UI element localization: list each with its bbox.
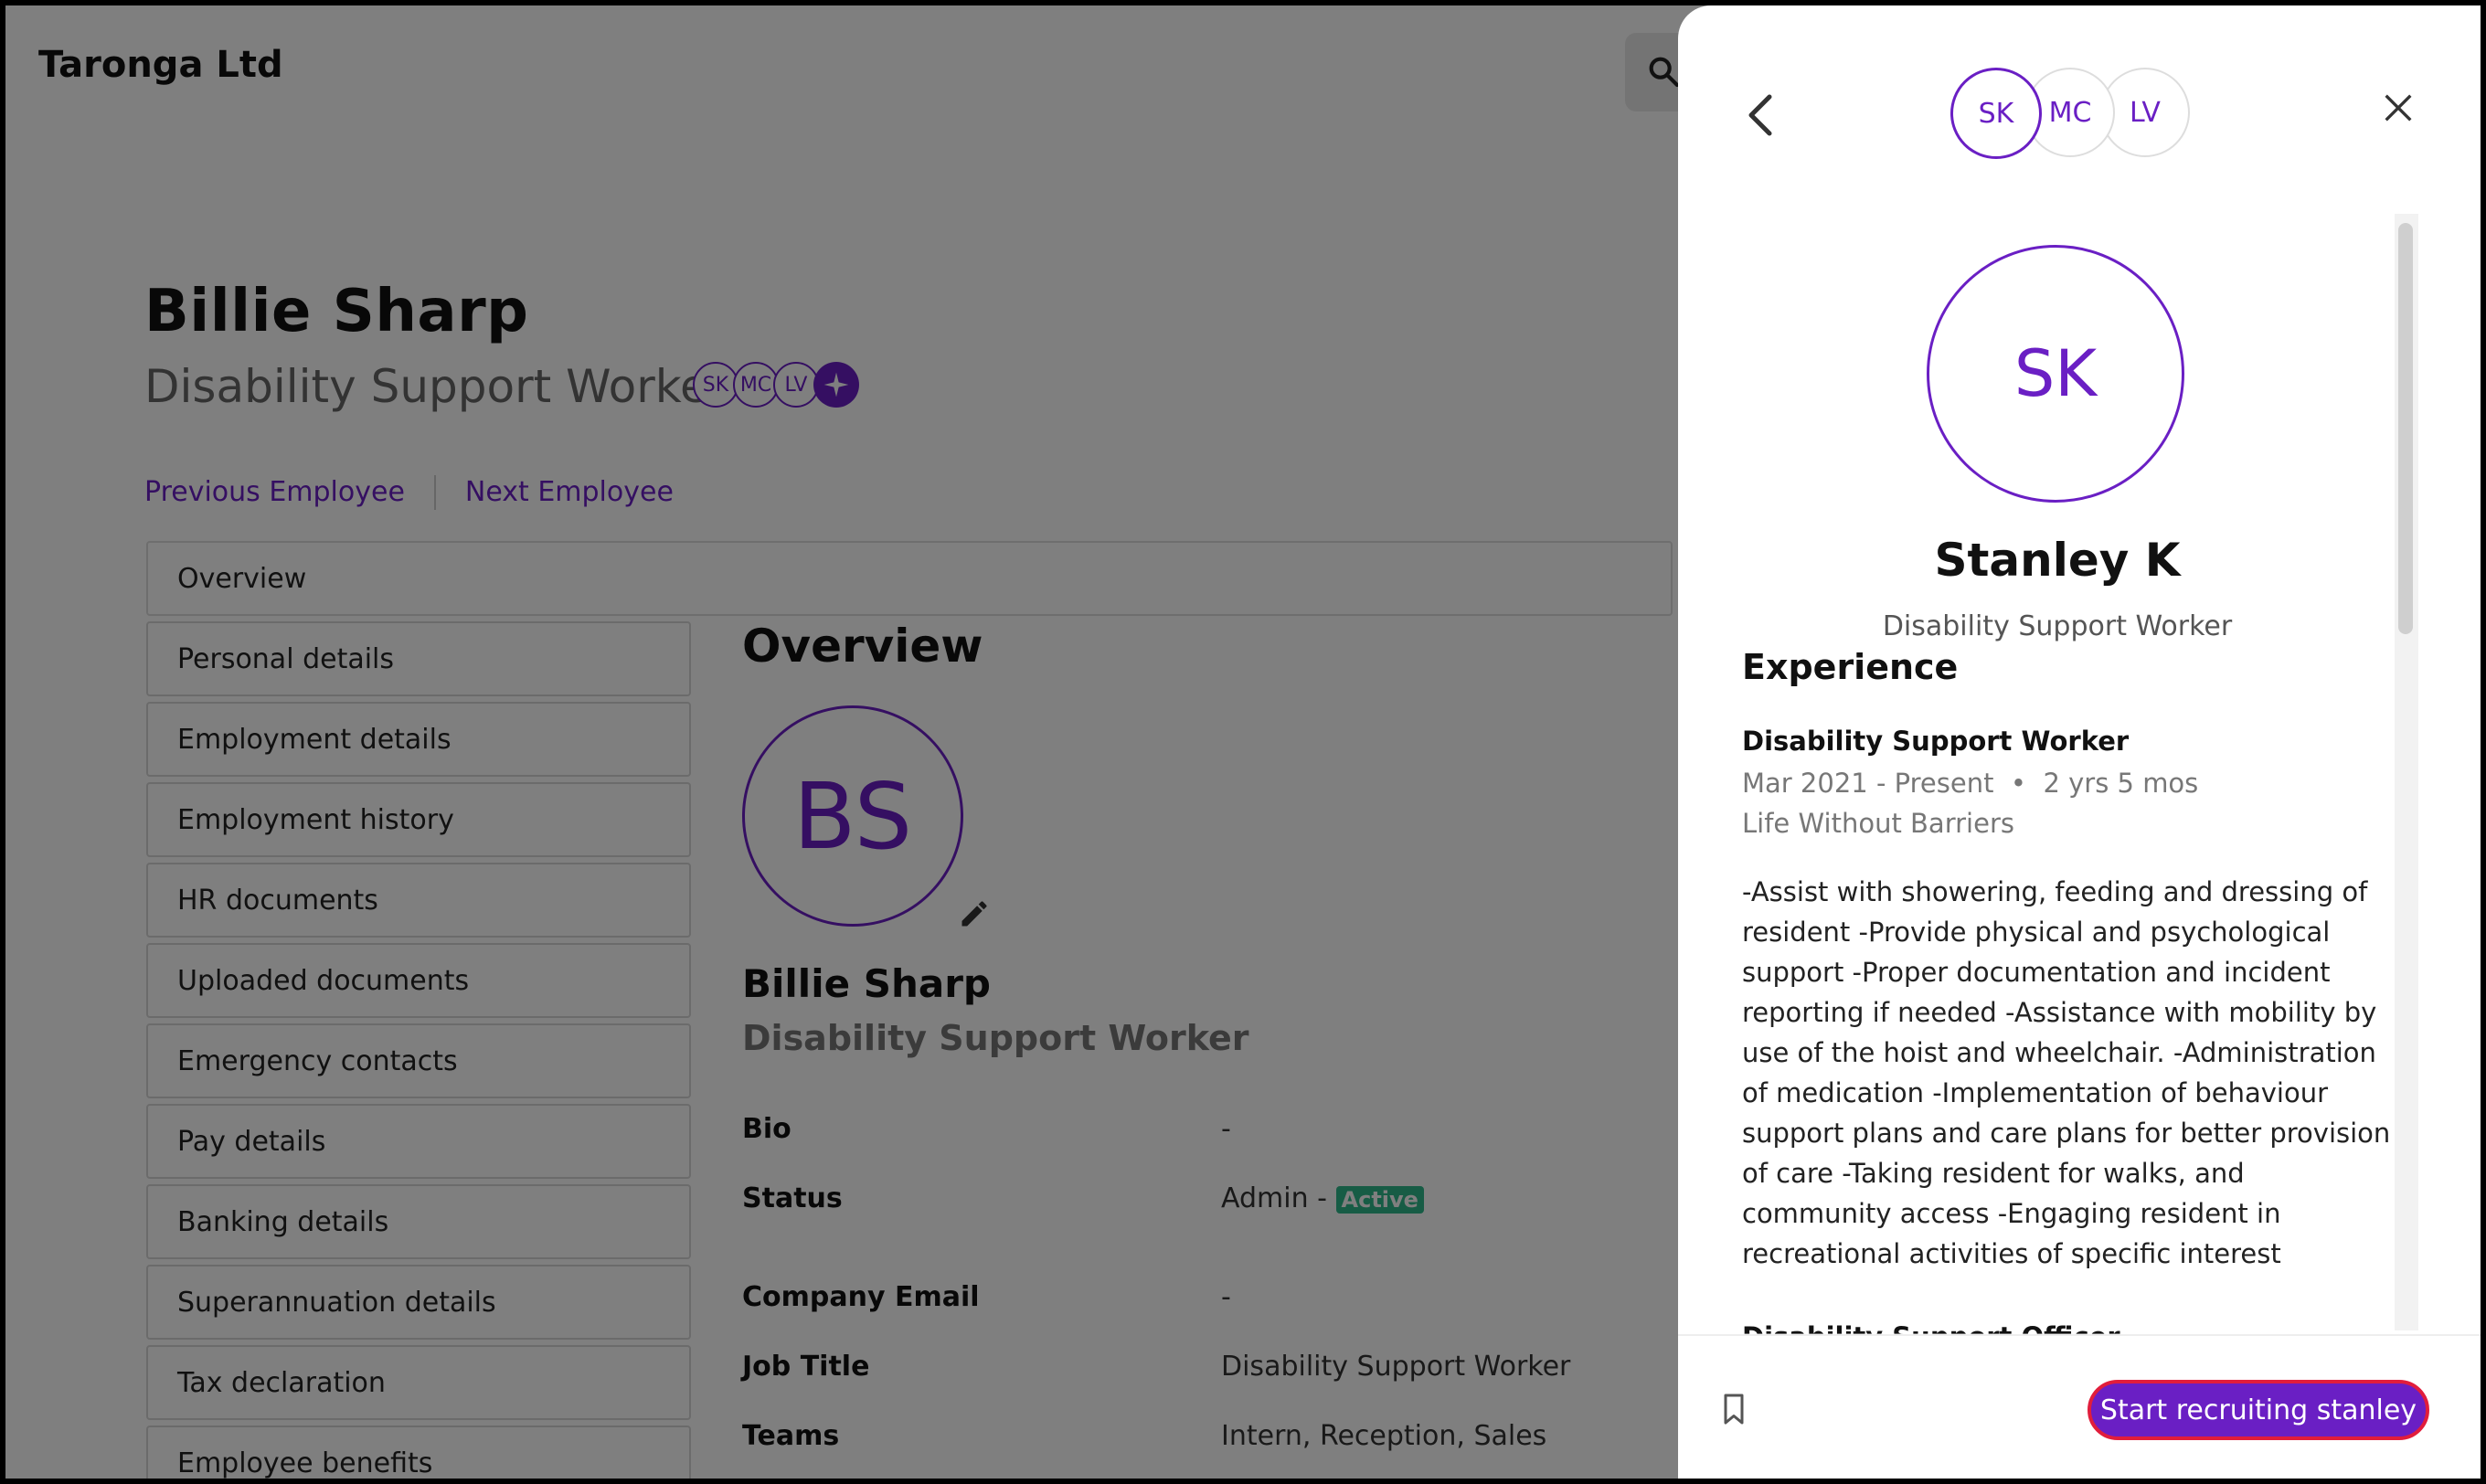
app-frame: Taronga Ltd Billie Sharp Disability Supp…	[5, 5, 2481, 1479]
candidate-role: Disability Support Worker	[1882, 610, 2233, 642]
experience-heading: Experience	[1742, 647, 1959, 687]
job-company: Life Without Barriers	[1742, 808, 2014, 839]
start-recruiting-button[interactable]: Start recruiting stanley	[2088, 1380, 2429, 1440]
back-button[interactable]	[1742, 90, 1779, 144]
candidate-side-panel: LV MC SK SK Stanley K Disability Support…	[1678, 5, 2481, 1479]
bookmark-icon[interactable]	[1720, 1393, 1748, 1429]
job-title: Disability Support Worker	[1742, 726, 2130, 757]
job-duration: 2 yrs 5 mos	[2043, 768, 2199, 799]
candidate-name: Stanley K	[1934, 534, 2181, 587]
job-description: -Assist with showering, feeding and dres…	[1742, 876, 2391, 1269]
chevron-left-icon	[1748, 94, 1772, 136]
close-button[interactable]	[2380, 90, 2417, 130]
candidate-avatar-switcher: LV MC SK	[1950, 68, 2190, 159]
panel-footer: Start recruiting stanley	[1678, 1334, 2481, 1479]
avatar-sk[interactable]: SK	[1950, 68, 2042, 159]
job-date-range: Mar 2021 - Present	[1742, 768, 1994, 799]
candidate-avatar: SK	[1927, 245, 2184, 503]
close-icon	[2385, 94, 2412, 122]
job-dates: Mar 2021 - Present • 2 yrs 5 mos	[1742, 768, 2199, 799]
